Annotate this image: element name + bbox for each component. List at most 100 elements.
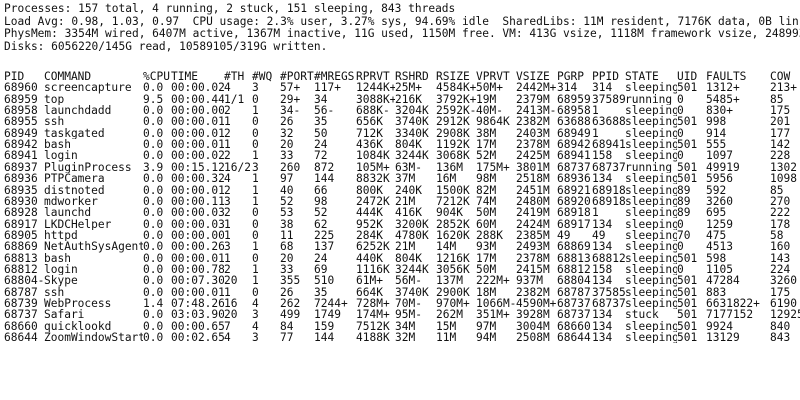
- cell-th: 1: [224, 139, 231, 151]
- cell-th: 1: [224, 252, 231, 264]
- cell-ppid: 134: [592, 309, 613, 321]
- cell-cow: 270: [770, 195, 791, 208]
- cell-cow: 1302: [770, 161, 797, 174]
- cell-rsize: 7212K: [436, 195, 470, 208]
- cell-wq: 1: [252, 195, 259, 208]
- cell-wq: 3: [252, 161, 259, 174]
- terminal-window[interactable]: Processes: 157 total, 4 running, 2 stuck…: [0, 0, 800, 400]
- column-header-pid: PID: [4, 71, 25, 83]
- cell-rsize: 1500K: [436, 184, 470, 196]
- cell-pgrp: 68936: [557, 173, 591, 185]
- cell-cow: 160: [770, 241, 791, 253]
- cell-cpu: 0.0: [143, 195, 164, 208]
- cell-uid: 70: [677, 229, 691, 242]
- column-header-ppid: PPID: [592, 71, 619, 83]
- cell-rshrd: 3740K: [395, 286, 429, 298]
- cell-vsize: 2413M-: [516, 105, 557, 117]
- cell-state: sleeping: [625, 263, 677, 276]
- cell-pgrp: 68949: [557, 127, 591, 140]
- load-cpu-summary: Load Avg: 0.98, 1.03, 0.97 CPU usage: 2.…: [4, 14, 800, 28]
- cell-uid: 0: [677, 127, 684, 140]
- cell-state: sleeping: [625, 286, 677, 298]
- cell-vprvt: 288K: [476, 229, 503, 242]
- cell-time: 00:00.03: [171, 207, 224, 219]
- cell-cow: 175: [770, 286, 791, 298]
- cell-cow: 6190: [770, 298, 797, 310]
- cell-cpu: 0.0: [143, 252, 164, 264]
- cell-rshrd: 25M+: [395, 82, 422, 94]
- table-row: 68930 mdworker 0.0 00:00.11 3 1 52 98 2472K 21M 72…: [0, 196, 800, 207]
- column-header-rprvt: RPRVT: [356, 71, 390, 83]
- cell-faults: 695: [706, 207, 727, 219]
- cell-vsize: 937M: [516, 275, 543, 287]
- cell-rprvt: 8832K: [356, 173, 390, 185]
- cell-state: sleeping: [625, 252, 677, 264]
- cell-cow: 142: [770, 139, 791, 151]
- table-row: 68928 launchd 0.0 00:00.03 2 0 53 52 444K 416K 904…: [0, 207, 800, 218]
- cell-rprvt: 712K: [356, 127, 383, 140]
- table-row: 68812 login 0.0 00:00.78 2 1 33 69 1116K 3244K 305…: [0, 264, 800, 275]
- cell-pid: 68949: [4, 127, 38, 140]
- cell-port: 260: [280, 161, 301, 174]
- cell-uid: 501: [677, 298, 698, 310]
- cell-pid: 68787: [4, 286, 38, 298]
- cell-vsize: 2382M: [516, 116, 550, 128]
- cell-vprvt: 18M: [476, 286, 497, 298]
- cell-pid: 68813: [4, 252, 38, 264]
- cell-vsize: 4590M+: [516, 298, 557, 310]
- cell-port: 20: [280, 252, 294, 264]
- cell-state: sleeping: [625, 184, 677, 196]
- cell-mregs: 66: [314, 184, 328, 196]
- cell-pid: 68958: [4, 105, 38, 117]
- cell-cow: 58: [770, 229, 784, 242]
- cell-port: 57+: [280, 82, 301, 94]
- cell-pgrp: 314: [557, 82, 578, 94]
- cell-uid: 0: [677, 93, 684, 105]
- cell-time: 00:00.02: [171, 82, 224, 94]
- cell-mregs: 225: [314, 229, 335, 242]
- cell-vprvt: 50M: [476, 263, 497, 276]
- cell-uid: 0: [677, 218, 684, 230]
- cell-cpu: 0.0: [143, 275, 164, 287]
- cell-th: 2: [224, 150, 231, 162]
- cell-rprvt: 7512K: [356, 320, 390, 332]
- cell-state: sleeping: [625, 116, 677, 128]
- cell-cow: 840: [770, 320, 791, 332]
- cell-wq: 1: [252, 105, 259, 117]
- cell-rshrd: 3204K: [395, 105, 429, 117]
- column-header-command: COMMAND: [44, 71, 92, 83]
- cell-wq: 0: [252, 229, 259, 242]
- cell-rprvt: 6252K: [356, 241, 390, 253]
- cell-rsize: 3056K: [436, 263, 470, 276]
- cell-rsize: 1192K: [436, 139, 470, 151]
- cell-time: 00:07.30: [171, 275, 224, 287]
- cell-th: 2: [224, 207, 231, 219]
- cell-time: 00:00.01: [171, 127, 224, 140]
- cell-vsize: 2378M: [516, 139, 550, 151]
- cell-mregs: 69: [314, 263, 328, 276]
- column-header-mregs: #MREGS: [314, 71, 355, 83]
- cell-uid: 501: [677, 332, 698, 344]
- table-row: 68905 httpd 0.0 00:00.00 1 0 11 225 284K 4780K 162…: [0, 230, 800, 241]
- table-row: 68813 bash 0.0 00:00.01 1 0 20 24 440K 804K 1216K 1…: [0, 253, 800, 264]
- cell-cpu: 0.0: [143, 139, 164, 151]
- cell-cow: 175: [770, 105, 791, 117]
- cell-wq: 0: [252, 139, 259, 151]
- cell-rprvt: 105M+: [356, 161, 390, 174]
- table-row: 68949 taskgated 0.0 00:00.01 2 0 32 50 712K 3340K…: [0, 128, 800, 139]
- cell-rshrd: 3244K: [395, 263, 429, 276]
- cell-cow: 843: [770, 332, 791, 344]
- column-header-port: #PORT: [280, 71, 314, 83]
- cell-cpu: 0.0: [143, 320, 164, 332]
- cell-rsize: 137M: [436, 275, 463, 287]
- cell-port: 84: [280, 320, 294, 332]
- cell-uid: 0: [677, 105, 684, 117]
- column-header-th: #TH: [224, 71, 245, 83]
- cell-rprvt: 952K: [356, 218, 383, 230]
- table-row: 68942 bash 0.0 00:00.01 1 0 20 24 436K 804K 1192K 1…: [0, 139, 800, 150]
- cell-cpu: 0.0: [143, 207, 164, 219]
- cell-th: 2: [224, 105, 231, 117]
- table-row: 68941 login 0.0 00:00.02 2 1 33 72 1084K 3244K 306…: [0, 150, 800, 161]
- cell-uid: 501: [677, 252, 698, 264]
- cell-pid: 68917: [4, 218, 38, 230]
